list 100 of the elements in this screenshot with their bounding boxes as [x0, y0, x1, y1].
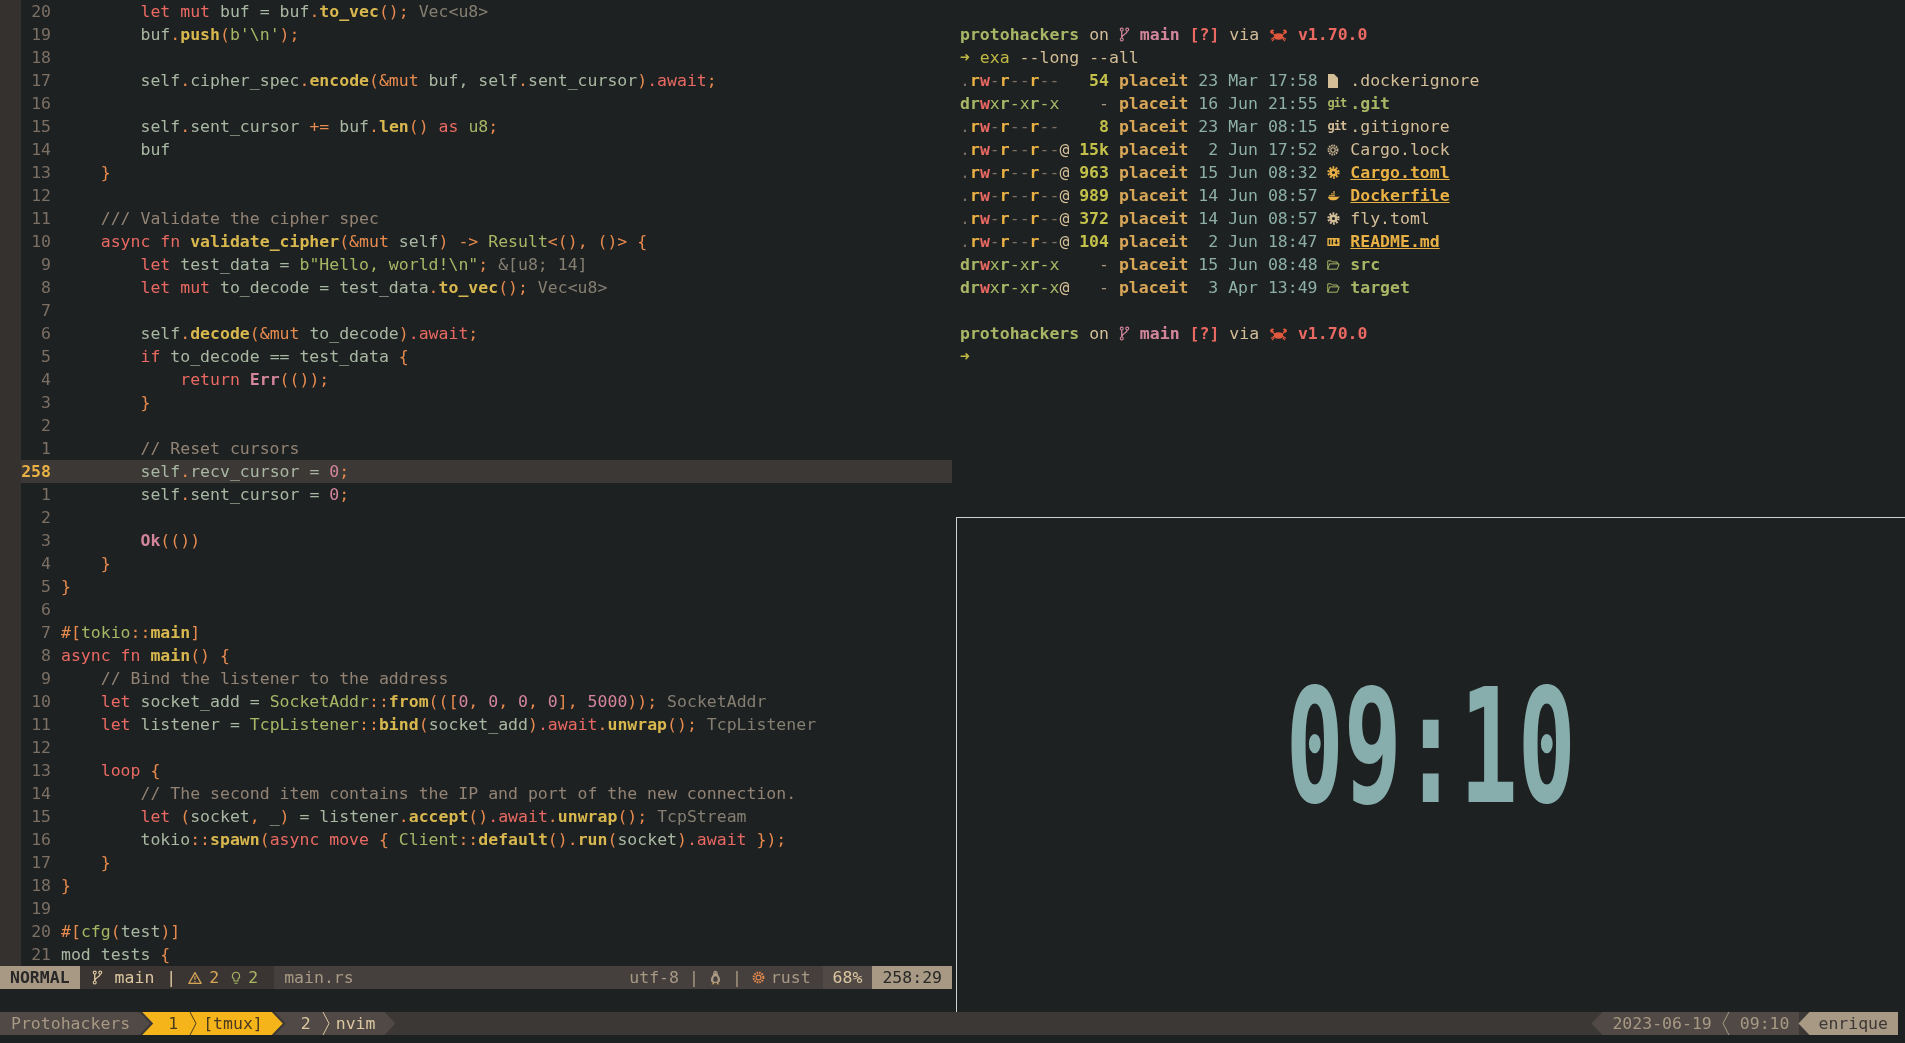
git-logo: git — [1327, 118, 1347, 135]
chevron-icon — [189, 1012, 198, 1035]
line-number: 17 — [31, 853, 51, 872]
line-number: 12 — [31, 186, 51, 205]
prompt-text: on — [1089, 24, 1109, 46]
directory-name: protohackers — [960, 323, 1080, 345]
folder-icon — [1327, 280, 1341, 295]
file-name: fly.toml — [1350, 208, 1430, 230]
code-line: let mut buf = buf.to_vec(); Vec<u8> — [140, 1, 489, 23]
file-size: - — [1099, 255, 1109, 274]
code-line: } — [100, 162, 111, 184]
permissions-text: .rw-r--r--@ — [960, 186, 1070, 205]
line-number: 4 — [41, 554, 51, 573]
file-size: 963 — [1079, 163, 1109, 182]
line-number: 10 — [31, 692, 51, 711]
line-number: 15 — [31, 117, 51, 136]
line-number: 8 — [41, 646, 51, 665]
file-size: 15k — [1079, 140, 1109, 159]
line-number: 6 — [41, 600, 51, 619]
file-owner: placeit — [1118, 139, 1189, 161]
file-owner: placeit — [1118, 254, 1189, 276]
code-line: Ok(()) — [140, 530, 201, 552]
code-line: #[cfg(test)] — [61, 921, 181, 943]
cog-icon — [1327, 143, 1340, 156]
line-number: 3 — [41, 393, 51, 412]
line-number: 7 — [41, 301, 51, 320]
code-line: self.sent_cursor = 0; — [140, 484, 350, 506]
line-number: 18 — [31, 876, 51, 895]
chevron-icon — [1721, 1012, 1730, 1035]
file-size: 104 — [1079, 232, 1109, 251]
prompt-text: on — [1089, 323, 1109, 345]
cog-icon — [751, 971, 765, 984]
line-number: 8 — [41, 278, 51, 297]
line-number: 7 — [41, 623, 51, 642]
file-name: .gitignore — [1350, 116, 1450, 138]
line-number: 6 — [41, 324, 51, 343]
line-number: 13 — [31, 163, 51, 182]
file-name: Cargo.lock — [1350, 139, 1450, 161]
line-number: 16 — [31, 94, 51, 113]
permissions-text: .rw-r--r-- — [960, 117, 1060, 136]
toolchain-version: v1.70.0 — [1297, 24, 1368, 46]
code-line: let socket_add = SocketAddr::from(([0, 0, 0, 0], 5000)); SocketAddr — [100, 691, 767, 713]
git-logo: git — [1327, 95, 1347, 112]
code-line: // The second item contains the IP and port of the new connection. — [140, 783, 797, 805]
code-line: let (socket, _) = listener.accept().await.unwrap(); TcpStream — [140, 806, 747, 828]
branch-name: main — [1139, 323, 1180, 345]
code-line: } — [100, 852, 111, 874]
code-line: /// Validate the cipher spec — [100, 208, 379, 230]
file-name: Dockerfile — [1350, 185, 1450, 207]
penguin-icon — [708, 970, 722, 985]
window-tab[interactable]: 1 [tmux] — [142, 1012, 283, 1035]
file-owner: placeit — [1118, 93, 1189, 115]
code-line: tokio::spawn(async move { Client::default().run(socket).await }); — [140, 829, 787, 851]
permissions-text: .rw-r--r-- — [960, 71, 1060, 90]
window-tab[interactable]: 2 nvim — [274, 1012, 396, 1035]
separator-text: | — [688, 967, 699, 989]
session-name: Protohackers — [0, 1012, 151, 1035]
line-number: 13 — [31, 761, 51, 780]
line-number: 1 — [41, 485, 51, 504]
ship-icon — [1327, 188, 1341, 203]
line-number: 3 — [41, 531, 51, 550]
modified-date: 23 Mar 17:58 — [1198, 71, 1318, 90]
line-number: 4 — [41, 370, 51, 389]
code-line: mod tests { — [61, 944, 171, 966]
gear-icon — [1327, 165, 1341, 180]
line-number: 5 — [41, 347, 51, 366]
line-number: 11 — [31, 715, 51, 734]
modified-date: 14 Jun 08:57 — [1198, 209, 1318, 228]
code-line: self.sent_cursor += buf.len() as u8; — [140, 116, 499, 138]
file-name: .dockerignore — [1350, 70, 1480, 92]
directory-name: protohackers — [960, 24, 1080, 46]
line-number: 16 — [31, 830, 51, 849]
permissions-text: drwxr-xr-x — [960, 255, 1060, 274]
code-line: // Reset cursors — [140, 438, 300, 460]
modified-date: 16 Jun 21:55 — [1198, 94, 1318, 113]
prompt-text: via — [1229, 24, 1260, 46]
code-line: buf — [140, 139, 171, 161]
code-line: let listener = TcpListener::bind(socket_add).await.unwrap(); TcpListener — [100, 714, 817, 736]
file-size: 989 — [1079, 186, 1109, 205]
file-owner: placeit — [1118, 70, 1189, 92]
prompt-arrow: ➜ — [960, 346, 970, 368]
code-line: self.cipher_spec.encode(&mut buf, self.sent_cursor).await; — [140, 70, 717, 92]
branch-name: main — [1139, 24, 1180, 46]
gear-icon — [1327, 211, 1341, 226]
code-line: let test_data = b"Hello, world!\n"; &[u8; 14] — [140, 254, 588, 276]
line-number: 17 — [31, 71, 51, 90]
separator-text: | — [166, 967, 177, 989]
file-size: - — [1099, 94, 1109, 113]
prompt-arrow: ➜ — [960, 47, 970, 69]
down-arrow-box-icon — [1327, 235, 1341, 248]
code-line: async fn main() { — [61, 645, 230, 667]
branch-icon — [1118, 326, 1130, 341]
file-owner: placeit — [1118, 277, 1189, 299]
file-name: main.rs — [284, 967, 354, 989]
code-line: self.recv_cursor = 0; — [140, 461, 350, 483]
separator-text: | — [731, 967, 742, 989]
code-line: if to_decode == test_data { — [140, 346, 409, 368]
line-number: 12 — [31, 738, 51, 757]
crab-icon — [1269, 326, 1288, 341]
warning-count: 2 — [209, 967, 220, 989]
